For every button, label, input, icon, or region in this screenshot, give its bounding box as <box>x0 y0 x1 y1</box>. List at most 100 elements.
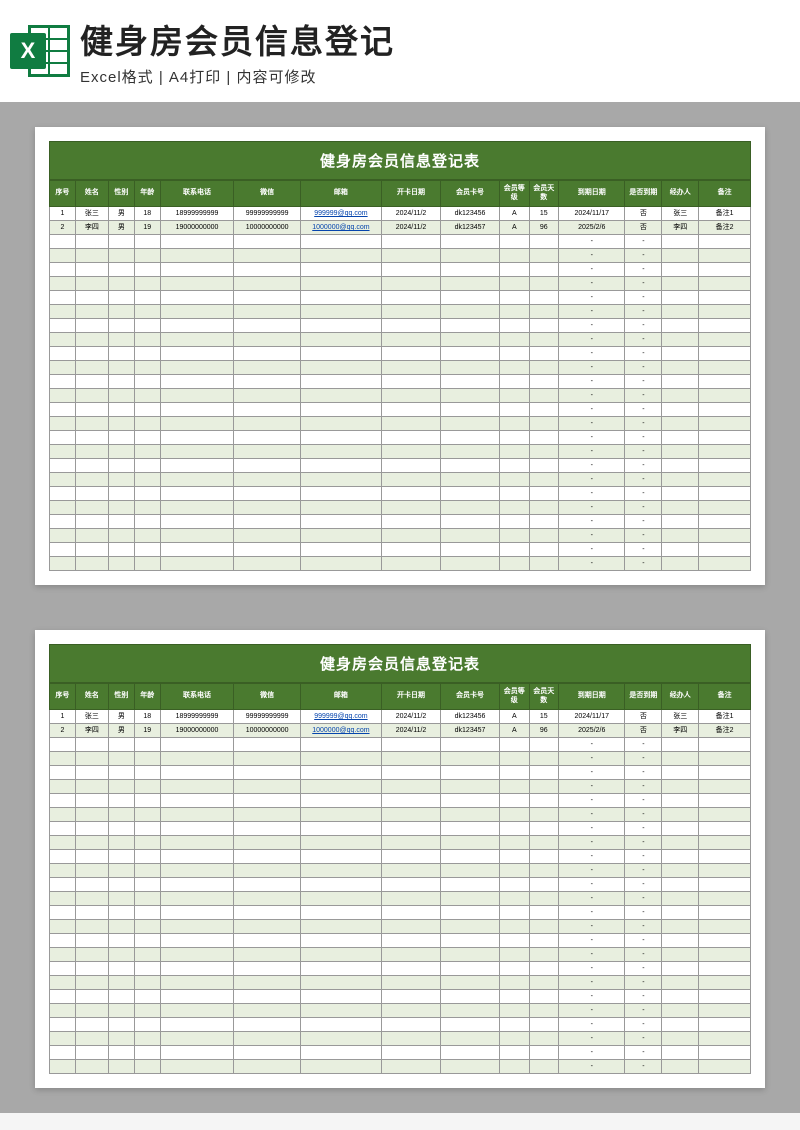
cell-empty <box>109 738 135 752</box>
cell-empty <box>109 808 135 822</box>
cell-empty <box>300 794 381 808</box>
cell-empty <box>234 808 300 822</box>
cell-empty <box>75 752 108 766</box>
cell-empty: - <box>559 836 625 850</box>
cell-empty <box>75 291 108 305</box>
cell-empty <box>500 1004 530 1018</box>
email-link[interactable]: 999999@qq.com <box>314 210 367 217</box>
cell-empty <box>134 1032 160 1046</box>
cell-empty <box>160 752 234 766</box>
table-row: -- <box>50 417 751 431</box>
cell-empty <box>699 920 751 934</box>
cell-empty: - <box>625 752 662 766</box>
cell-empty <box>381 976 440 990</box>
cell-empty <box>500 934 530 948</box>
cell-empty <box>50 445 76 459</box>
email-link[interactable]: 999999@qq.com <box>314 713 367 720</box>
cell-empty <box>50 291 76 305</box>
cell-empty: - <box>559 291 625 305</box>
cell-expiry: 2025/2/6 <box>559 724 625 738</box>
cell-empty: - <box>625 962 662 976</box>
cell-empty <box>300 738 381 752</box>
cell-empty <box>160 263 234 277</box>
cell-empty <box>529 305 559 319</box>
email-link[interactable]: 1000000@qq.com <box>312 224 369 231</box>
column-header: 会员天数 <box>529 684 559 710</box>
cell-empty: - <box>625 850 662 864</box>
cell-empty <box>699 305 751 319</box>
cell-empty <box>134 892 160 906</box>
cell-empty <box>50 347 76 361</box>
email-link[interactable]: 1000000@qq.com <box>312 727 369 734</box>
column-header: 是否到期 <box>625 684 662 710</box>
cell-empty <box>234 277 300 291</box>
cell-empty <box>662 473 699 487</box>
cell-empty: - <box>559 263 625 277</box>
cell-name: 张三 <box>75 710 108 724</box>
cell-remark: 备注2 <box>699 221 751 235</box>
cell-cardno: dk123457 <box>441 221 500 235</box>
cell-empty <box>75 808 108 822</box>
cell-empty <box>529 235 559 249</box>
cell-empty <box>699 808 751 822</box>
cell-empty <box>300 291 381 305</box>
cell-empty <box>381 990 440 1004</box>
table-row: -- <box>50 459 751 473</box>
table-row: -- <box>50 1046 751 1060</box>
cell-empty <box>75 836 108 850</box>
cell-empty <box>529 948 559 962</box>
cell-empty <box>662 431 699 445</box>
cell-empty: - <box>625 738 662 752</box>
table-row: -- <box>50 277 751 291</box>
cell-empty <box>75 431 108 445</box>
cell-empty <box>134 1004 160 1018</box>
cell-empty <box>234 557 300 571</box>
cell-name: 李四 <box>75 221 108 235</box>
cell-empty <box>75 1004 108 1018</box>
cell-empty <box>500 277 530 291</box>
table-row: -- <box>50 1004 751 1018</box>
cell-empty <box>500 263 530 277</box>
table-row: -- <box>50 990 751 1004</box>
cell-empty <box>75 934 108 948</box>
column-header: 序号 <box>50 181 76 207</box>
cell-empty <box>50 417 76 431</box>
cell-empty <box>50 305 76 319</box>
cell-name: 张三 <box>75 207 108 221</box>
cell-empty <box>529 277 559 291</box>
cell-empty <box>160 934 234 948</box>
cell-empty <box>441 417 500 431</box>
cell-empty <box>109 515 135 529</box>
cell-empty <box>75 990 108 1004</box>
cell-empty <box>160 948 234 962</box>
cell-empty <box>50 557 76 571</box>
cell-empty <box>500 1046 530 1060</box>
cell-age: 18 <box>134 207 160 221</box>
cell-empty: - <box>559 319 625 333</box>
cell-empty <box>109 836 135 850</box>
cell-empty: - <box>559 752 625 766</box>
cell-empty: - <box>625 543 662 557</box>
cell-empty <box>160 990 234 1004</box>
cell-empty <box>441 878 500 892</box>
cell-empty <box>300 501 381 515</box>
cell-empty: - <box>559 948 625 962</box>
cell-empty: - <box>559 962 625 976</box>
cell-empty <box>441 445 500 459</box>
cell-empty <box>234 235 300 249</box>
cell-empty <box>381 948 440 962</box>
table-row: 1张三男181899999999999999999999999999@qq.co… <box>50 710 751 724</box>
cell-empty: - <box>625 808 662 822</box>
cell-empty <box>500 557 530 571</box>
cell-empty <box>50 333 76 347</box>
cell-empty <box>381 557 440 571</box>
cell-empty <box>441 808 500 822</box>
cell-empty <box>529 557 559 571</box>
cell-empty <box>381 752 440 766</box>
cell-empty <box>160 333 234 347</box>
column-header: 会员卡号 <box>441 684 500 710</box>
column-header: 经办人 <box>662 181 699 207</box>
cell-empty <box>234 962 300 976</box>
cell-empty <box>381 277 440 291</box>
cell-empty: - <box>625 766 662 780</box>
